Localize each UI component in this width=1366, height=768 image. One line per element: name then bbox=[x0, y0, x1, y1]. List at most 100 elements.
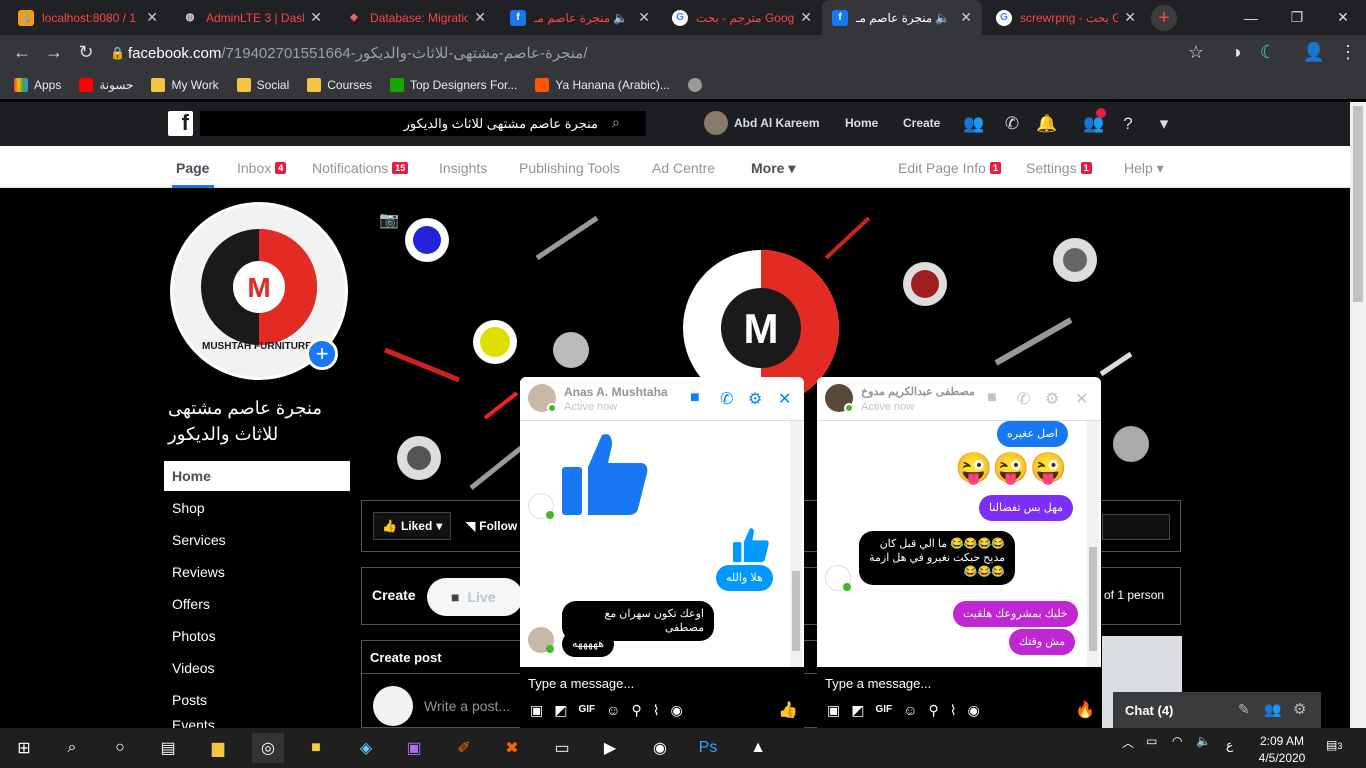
camera-icon[interactable]: ◉ bbox=[671, 702, 683, 719]
avatar[interactable] bbox=[704, 111, 728, 135]
close-icon[interactable]: ✕ bbox=[960, 9, 972, 26]
notifications-icon[interactable]: 🔔 bbox=[1035, 112, 1059, 136]
close-icon[interactable]: ✕ bbox=[310, 9, 322, 26]
messenger-icon[interactable]: ✆ bbox=[1000, 112, 1024, 136]
close-icon[interactable]: ✕ bbox=[800, 9, 812, 26]
left-nav-reviews[interactable]: Reviews bbox=[164, 557, 350, 587]
back-icon[interactable]: ← bbox=[8, 38, 36, 66]
video-call-icon[interactable]: ■ bbox=[987, 389, 997, 407]
facebook-logo-icon[interactable]: f bbox=[168, 110, 193, 136]
left-nav-services[interactable]: Services bbox=[164, 525, 350, 555]
browser-tab[interactable]: ◍ AdminLTE 3 | Dash ✕ bbox=[172, 0, 332, 35]
bookmark-item[interactable]: Top Designers For... bbox=[389, 78, 517, 92]
tab-inbox[interactable]: Inbox 4 bbox=[237, 160, 287, 176]
attachment-icon[interactable]: ⌇ bbox=[653, 702, 660, 719]
terminal-icon[interactable]: ▭ bbox=[546, 733, 578, 763]
wifi-icon[interactable]: ◠ bbox=[1172, 734, 1182, 748]
maximize-button[interactable]: ❐ bbox=[1274, 0, 1320, 35]
emoji-icon[interactable]: ☺ bbox=[903, 702, 917, 719]
reload-icon[interactable]: ↻ bbox=[72, 38, 100, 66]
cortana-icon[interactable]: ○ bbox=[104, 733, 136, 763]
emoji-icon[interactable]: ☺ bbox=[606, 702, 620, 719]
app-icon[interactable]: ◈ bbox=[350, 733, 382, 763]
media-player-icon[interactable]: ▶ bbox=[594, 733, 626, 763]
clock[interactable]: 2:09 AM 4/5/2020 bbox=[1257, 734, 1307, 765]
chat-composer[interactable]: Type a message... ▣ ◩ GIF ☺ ⚲ ⌇ ◉ 🔥 bbox=[817, 667, 1101, 728]
left-nav-photos[interactable]: Photos bbox=[164, 621, 350, 651]
close-icon[interactable]: ✕ bbox=[778, 389, 791, 409]
chrome-icon[interactable]: ◎ bbox=[252, 733, 284, 763]
browser-tab[interactable]: Gمترجم - بحث Google✕ bbox=[662, 0, 822, 35]
thumbs-up-icon[interactable]: 👍 bbox=[778, 700, 798, 720]
chat-scrollbar[interactable] bbox=[1087, 421, 1099, 667]
help-icon[interactable]: ? bbox=[1116, 112, 1140, 136]
tab-settings[interactable]: Settings 1 bbox=[1026, 160, 1092, 176]
volume-icon[interactable]: 🔈 bbox=[1196, 734, 1211, 748]
browser-tab[interactable]: ◈ Database: Migratio ✕ bbox=[336, 0, 496, 35]
browser-tab[interactable]: Gscrewrpng - بحث G ✕ bbox=[986, 0, 1146, 35]
tab-edit-page-info[interactable]: Edit Page Info 1 bbox=[898, 160, 1001, 176]
minimize-button[interactable]: — bbox=[1228, 0, 1274, 35]
bookmark-folder[interactable]: My Work bbox=[151, 78, 219, 92]
sticker-icon[interactable]: ◩ bbox=[554, 702, 567, 719]
fire-icon[interactable]: 🔥 bbox=[1075, 700, 1095, 720]
profile-avatar[interactable]: 👤 bbox=[1300, 38, 1328, 66]
chat-dock[interactable]: Chat (4) bbox=[1113, 692, 1321, 728]
link-icon[interactable]: ⚲ bbox=[631, 702, 641, 719]
browser-tab[interactable]: ⚓ localhost:8080 / 1 ✕ bbox=[8, 0, 168, 35]
app-icon[interactable]: ✐ bbox=[448, 733, 480, 763]
extension-icon[interactable]: ☾ bbox=[1254, 38, 1282, 66]
video-call-icon[interactable]: ■ bbox=[690, 389, 700, 407]
search-icon[interactable]: ⌕ bbox=[56, 733, 88, 763]
bookmark-folder[interactable]: Courses bbox=[307, 78, 372, 92]
notifications-icon[interactable]: ▤3 bbox=[1326, 738, 1342, 752]
gif-icon[interactable]: GIF bbox=[875, 704, 892, 719]
message-input[interactable]: Type a message... bbox=[825, 676, 931, 691]
link-icon[interactable]: ⚲ bbox=[928, 702, 938, 719]
sticky-notes-icon[interactable]: ■ bbox=[300, 733, 332, 763]
language-indicator[interactable]: ع bbox=[1226, 738, 1233, 752]
menu-icon[interactable]: ⋮ bbox=[1334, 38, 1362, 66]
tray-chevron-icon[interactable]: ︿ bbox=[1122, 734, 1134, 751]
tab-help[interactable]: Help ▾ bbox=[1124, 160, 1164, 177]
new-message-icon[interactable]: ✎ bbox=[1238, 701, 1250, 718]
image-icon[interactable]: ▣ bbox=[530, 702, 543, 719]
xampp-icon[interactable]: ✖ bbox=[496, 733, 528, 763]
tab-notifications[interactable]: Notifications 15 bbox=[312, 160, 409, 176]
liked-button[interactable]: 👍 Liked ▾ bbox=[373, 512, 451, 540]
bookmark-item[interactable]: Ya Hanana (Arabic)... bbox=[535, 78, 670, 92]
gear-icon[interactable]: ⚙ bbox=[1293, 700, 1306, 718]
left-nav-home[interactable]: Home bbox=[164, 461, 350, 491]
chat-composer[interactable]: Type a message... ▣ ◩ GIF ☺ ⚲ ⌇ ◉ 👍 bbox=[520, 667, 804, 728]
left-nav-posts[interactable]: Posts bbox=[164, 685, 350, 715]
image-icon[interactable]: ▣ bbox=[827, 702, 840, 719]
group-icon[interactable]: 👥 bbox=[1264, 701, 1281, 718]
chat-header[interactable]: مصطفى عبدالكريم مدوخ Active now ■ ✆ ⚙ ✕ bbox=[817, 377, 1101, 421]
tab-insights[interactable]: Insights bbox=[439, 160, 487, 176]
live-button[interactable]: ■ Live bbox=[427, 578, 523, 616]
close-icon[interactable]: ✕ bbox=[474, 9, 486, 26]
close-window-button[interactable]: ✕ bbox=[1320, 0, 1366, 35]
tab-page[interactable]: Page bbox=[176, 160, 209, 176]
close-icon[interactable]: ✕ bbox=[638, 9, 650, 26]
sticker-icon[interactable]: ◩ bbox=[851, 702, 864, 719]
phone-icon[interactable]: ✆ bbox=[720, 389, 733, 409]
page-scrollbar[interactable] bbox=[1350, 102, 1366, 728]
profile-link[interactable]: Abd Al Kareem bbox=[734, 116, 820, 130]
bookmark-apps[interactable]: Apps bbox=[14, 78, 61, 92]
left-nav-offers[interactable]: Offers bbox=[164, 589, 350, 619]
bookmark-folder[interactable]: Social bbox=[236, 78, 289, 92]
message-input[interactable]: Type a message... bbox=[528, 676, 634, 691]
close-icon[interactable]: ✕ bbox=[1075, 389, 1088, 409]
forward-icon[interactable]: → bbox=[40, 38, 68, 66]
camera-icon[interactable]: ◉ bbox=[968, 702, 980, 719]
left-nav-videos[interactable]: Videos bbox=[164, 653, 350, 683]
home-link[interactable]: Home bbox=[845, 116, 878, 130]
extension-icon[interactable]: ◑ bbox=[1222, 38, 1250, 66]
browser-tab-active[interactable]: f منجرة عاصم مـ 🔈 ✕ bbox=[822, 0, 982, 35]
gear-icon[interactable]: ⚙ bbox=[748, 389, 762, 409]
chevron-down-icon[interactable]: ▾ bbox=[1152, 112, 1176, 136]
battery-icon[interactable]: ▭ bbox=[1146, 734, 1157, 748]
star-icon[interactable]: ☆ bbox=[1182, 38, 1210, 66]
search-icon[interactable]: ⌕ bbox=[612, 114, 620, 131]
